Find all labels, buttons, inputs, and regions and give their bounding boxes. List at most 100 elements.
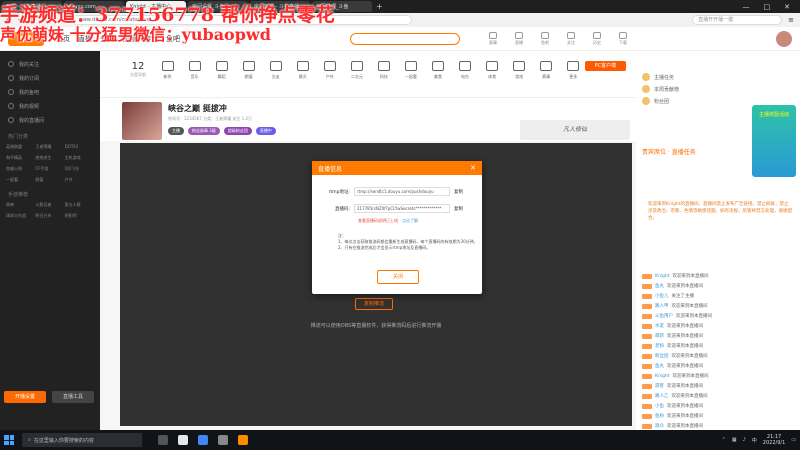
input-language[interactable]: 中 — [752, 437, 757, 444]
category-item[interactable]: 电台 — [454, 61, 477, 80]
browser-icon[interactable] — [238, 435, 248, 445]
chat-message: 老粉 欢迎来到本直播间 — [642, 341, 792, 351]
category-icon — [188, 61, 201, 71]
browser-search-input[interactable]: 直播开开播一键 — [692, 15, 783, 25]
sidebar-category[interactable]: 主机游戏 — [65, 155, 94, 161]
room-banner[interactable]: 凡人修仙 — [520, 120, 630, 140]
close-icon[interactable]: ✕ — [470, 164, 476, 172]
header-icon[interactable]: 历史 — [590, 31, 604, 46]
close-icon[interactable]: ✕ — [784, 3, 790, 11]
chat-message: 路人乙 欢迎来到本直播间 — [642, 391, 792, 401]
network-icon[interactable]: ▦ — [732, 437, 737, 443]
promo-ad[interactable]: 主播奖励活动 — [752, 105, 796, 177]
sidebar-category[interactable]: 王者荣耀 — [35, 144, 64, 150]
taskbar-apps — [158, 435, 248, 445]
notification-icon[interactable]: ▭ — [791, 437, 796, 443]
header-icon[interactable]: 直播 — [512, 31, 526, 46]
sidebar-category[interactable]: 英雄联盟 — [6, 144, 35, 150]
chat-message: 鱼丸 欢迎来到本直播间 — [642, 281, 792, 291]
category-icon — [161, 61, 174, 71]
taskbar-search-input[interactable]: ⌕ 在这里输入你要搜索的内容 — [22, 433, 142, 447]
header-icon[interactable]: 下载 — [616, 31, 630, 46]
search-icon: ⌕ — [28, 437, 31, 443]
header-icon[interactable]: 关注 — [564, 31, 578, 46]
category-item[interactable]: 音乐 — [183, 61, 206, 80]
sidebar-category[interactable]: 穿越火线 — [6, 166, 35, 172]
app-icon[interactable] — [218, 435, 228, 445]
sidebar-item[interactable]: 我的订阅 — [0, 71, 100, 85]
maximize-icon[interactable]: □ — [764, 3, 771, 11]
category-icon — [350, 61, 363, 71]
stream-code-field[interactable]: 217785rsNZ0f?pCLYwSecrets************* — [354, 204, 450, 213]
site-search-input[interactable] — [350, 32, 460, 45]
category-item[interactable]: 交友 — [264, 61, 287, 80]
header-icon[interactable]: 赛事 — [486, 31, 500, 46]
category-item[interactable]: 颜值 — [237, 61, 260, 80]
task-view-icon[interactable] — [158, 435, 168, 445]
category-item[interactable]: 聊天 — [291, 61, 314, 80]
sidebar-category[interactable]: 球球大作战 — [6, 213, 35, 219]
sidebar-category[interactable]: DOTA2 — [65, 144, 94, 150]
live-tools-button[interactable]: 直播工具 — [52, 391, 94, 403]
room-thumbnail[interactable] — [122, 102, 162, 140]
right-panel-row[interactable]: 主播任务 — [642, 71, 762, 83]
sidebar-category[interactable]: 原神 — [6, 202, 35, 208]
chat-message: 鱼丸 欢迎来到本直播间 — [642, 361, 792, 371]
volume-icon[interactable]: ♪ — [743, 437, 746, 443]
copy-code-button[interactable]: 复制 — [454, 206, 463, 212]
category-item[interactable]: 户外 — [318, 61, 341, 80]
category-item[interactable]: 舞蹈 — [210, 61, 233, 80]
sidebar-category[interactable]: 明日方舟 — [35, 213, 64, 219]
sidebar-category[interactable]: CF手游 — [35, 166, 64, 172]
clock[interactable]: 21:17 2022/9/1 — [763, 434, 785, 446]
right-panel-row[interactable]: 粉丝团 — [642, 95, 762, 107]
start-live-button[interactable]: 开播设置 — [4, 391, 46, 403]
level-badge-icon — [642, 303, 652, 309]
category-item[interactable]: 游戏 — [508, 61, 531, 80]
sidebar-category[interactable]: 火影忍者 — [35, 202, 64, 208]
category-icon — [459, 61, 472, 71]
sidebar-category[interactable]: 和平精英 — [6, 155, 35, 161]
category-count[interactable]: 12 分类导航 — [124, 61, 152, 78]
level-badge-icon — [642, 363, 652, 369]
minimize-icon[interactable]: — — [743, 3, 750, 11]
sidebar-item[interactable]: 我的关注 — [0, 57, 100, 71]
header-icon[interactable]: 鱼吧 — [538, 31, 552, 46]
sidebar-item[interactable]: 我的直播间 — [0, 113, 100, 127]
rtmp-field[interactable]: rtmp://sendtc1.douyu.com/pushdouyu — [354, 187, 450, 196]
right-panel-tab[interactable]: 贵宾席位 · 直播任务 — [642, 147, 696, 156]
right-panel-row[interactable]: 本周贡献榜 — [642, 83, 762, 95]
sidebar-category[interactable]: 绝地求生 — [35, 155, 64, 161]
chevron-up-icon[interactable]: ⌃ — [722, 437, 726, 443]
learn-more-link[interactable]: 点击了解 — [402, 218, 418, 223]
sidebar-item[interactable]: 我的鱼吧 — [0, 85, 100, 99]
category-item[interactable]: 体育 — [481, 61, 504, 80]
chrome-icon[interactable] — [198, 435, 208, 445]
sidebar-category[interactable]: 阴阳师 — [65, 213, 94, 219]
file-explorer-icon[interactable] — [178, 435, 188, 445]
chat-message: 鱼粉 欢迎来到本直播间 — [642, 411, 792, 421]
pc-client-button[interactable]: PC客户端 — [584, 61, 626, 71]
category-item[interactable]: 科技 — [372, 61, 395, 80]
sidebar-category[interactable]: 户外 — [65, 177, 94, 183]
sidebar-category[interactable]: QQ飞车 — [65, 166, 94, 172]
category-item[interactable]: 一起看 — [399, 61, 422, 80]
copy-rtmp-button[interactable]: 复制 — [454, 189, 463, 195]
category-item[interactable]: 新秀 — [156, 61, 179, 80]
avatar[interactable] — [776, 30, 792, 47]
menu-icon[interactable]: ≡ — [788, 16, 794, 24]
category-item[interactable]: 更多 — [562, 61, 585, 80]
sidebar-category[interactable]: 一起看 — [6, 177, 35, 183]
category-item[interactable]: 美食 — [426, 61, 449, 80]
copy-stream-button[interactable]: 复制推流 — [355, 298, 393, 310]
sidebar-category[interactable]: 第五人格 — [65, 202, 94, 208]
rtmp-row: rtmp地址: rtmp://sendtc1.douyu.com/pushdou… — [320, 187, 463, 196]
windows-start-icon[interactable] — [4, 435, 14, 445]
new-tab-icon[interactable]: + — [376, 2, 383, 11]
level-badge-icon — [642, 393, 652, 399]
category-item[interactable]: 二次元 — [345, 61, 368, 80]
dialog-close-button[interactable]: 关闭 — [377, 270, 419, 284]
sidebar-category[interactable]: 颜值 — [35, 177, 64, 183]
sidebar-item[interactable]: 我的视频 — [0, 99, 100, 113]
category-item[interactable]: 赛事 — [535, 61, 558, 80]
